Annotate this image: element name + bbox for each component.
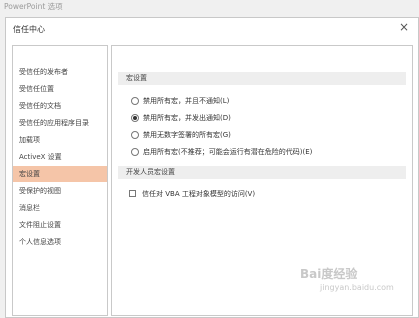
sidebar-item-trusted-app-catalogs[interactable]: 受信任的应用程序目录 — [13, 115, 107, 131]
sidebar-item-protected-view[interactable]: 受保护的视图 — [13, 183, 107, 199]
radio-button[interactable] — [131, 131, 139, 139]
macro-settings-panel: 宏设置 禁用所有宏，并且不通知(L) 禁用所有宏，并发出通知(D) 禁用无数字签… — [111, 45, 413, 316]
checkbox-label: 信任对 VBA 工程对象模型的访问(V) — [142, 190, 256, 198]
sidebar-item-file-block-settings[interactable]: 文件阻止设置 — [13, 217, 107, 233]
sidebar-item-add-ins[interactable]: 加载项 — [13, 132, 107, 148]
sidebar-item-trusted-documents[interactable]: 受信任的文档 — [13, 98, 107, 114]
radio-button-selected[interactable] — [131, 114, 139, 122]
sidebar-item-macro-settings[interactable]: 宏设置 — [13, 166, 107, 182]
radio-label: 禁用所有宏，并且不通知(L) — [143, 97, 230, 105]
radio-button[interactable] — [131, 97, 139, 105]
checkbox[interactable] — [129, 190, 136, 197]
sidebar-item-message-bar[interactable]: 消息栏 — [13, 200, 107, 216]
radio-label: 禁用所有宏，并发出通知(D) — [143, 114, 231, 122]
close-icon[interactable]: × — [399, 20, 409, 34]
macro-settings-header: 宏设置 — [118, 72, 406, 85]
developer-macro-settings-header: 开发人员宏设置 — [118, 166, 406, 179]
sidebar-item-privacy-options[interactable]: 个人信息选项 — [13, 234, 107, 250]
radio-label: 启用所有宏(不推荐；可能会运行有潜在危险的代码)(E) — [143, 148, 313, 156]
app-window-title: PowerPoint 选项 — [4, 2, 63, 11]
radio-label: 禁用无数字签署的所有宏(G) — [143, 131, 231, 139]
sidebar-item-activex-settings[interactable]: ActiveX 设置 — [13, 149, 107, 165]
trust-center-dialog: 信任中心 × 受信任的发布者 受信任位置 受信任的文档 受信任的应用程序目录 加… — [5, 17, 419, 318]
radio-button[interactable] — [131, 148, 139, 156]
trust-center-sidebar: 受信任的发布者 受信任位置 受信任的文档 受信任的应用程序目录 加载项 Acti… — [12, 45, 108, 316]
dialog-title: 信任中心 — [13, 25, 45, 34]
sidebar-item-trusted-locations[interactable]: 受信任位置 — [13, 81, 107, 97]
sidebar-item-trusted-publishers[interactable]: 受信任的发布者 — [13, 64, 107, 80]
